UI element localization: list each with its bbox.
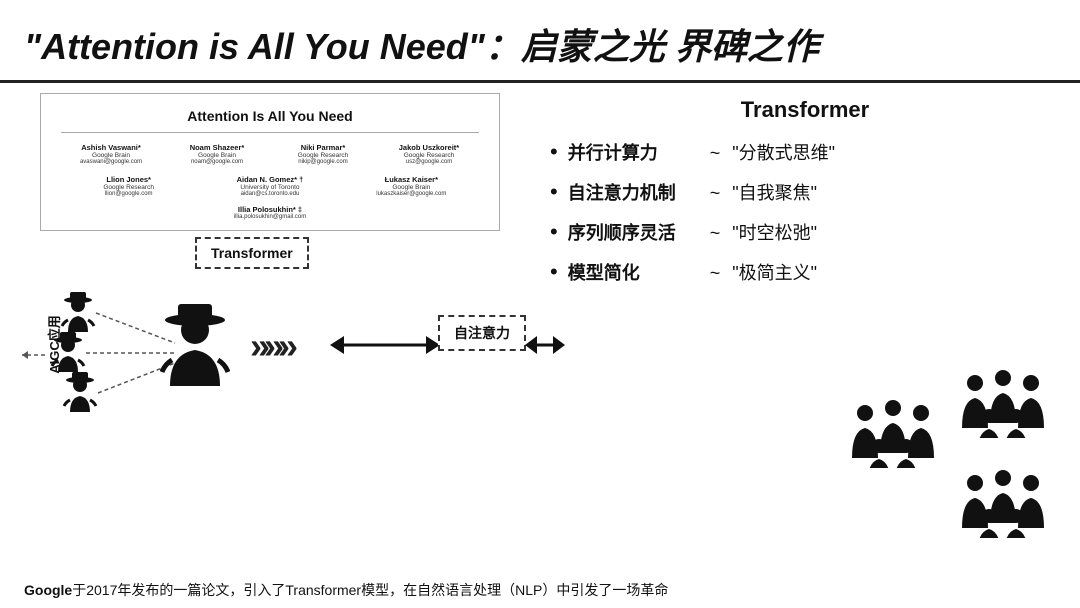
main-content: Attention Is All You Need Ashish Vaswani… — [0, 83, 1080, 579]
author-uszkoreit: Jakob Uszkoreit* Google Research usz@goo… — [379, 143, 479, 165]
author-jones: Llion Jones* Google Research llion@googl… — [61, 175, 196, 197]
group-people-area — [780, 368, 1080, 548]
person-bottom-left — [62, 370, 98, 414]
bullet-item-0: • 并行计算力 ~ "分散式思维" — [550, 139, 1060, 165]
bullet-desc-3: "极简主义" — [732, 259, 817, 285]
footer: Google于2017年发布的一篇论文，引入了Transformer模型，在自然… — [0, 572, 1080, 608]
paper-card: Attention Is All You Need Ashish Vaswani… — [40, 93, 500, 231]
author-kaiser: Łukasz Kaiser* Google Brain lukaszkaiser… — [344, 175, 479, 197]
authors-row2: Llion Jones* Google Research llion@googl… — [61, 175, 479, 197]
bullet-dot-1: • — [550, 181, 558, 203]
author-polosukhin: Illia Polosukhin* ‡ illia.polosukhin@gma… — [234, 205, 306, 220]
bullet-tilde-1: ~ — [710, 183, 721, 204]
bullet-list: • 并行计算力 ~ "分散式思维" • 自注意力机制 ~ "自我聚焦" • 序列… — [550, 139, 1060, 285]
left-panel: Attention Is All You Need Ashish Vaswani… — [0, 83, 540, 579]
bullet-tilde-3: ~ — [710, 263, 721, 284]
bullet-item-3: • 模型简化 ~ "极简主义" — [550, 259, 1060, 285]
self-attention-box: 自注意力 — [438, 315, 526, 351]
bullet-item-1: • 自注意力机制 ~ "自我聚焦" — [550, 179, 1060, 205]
bullet-desc-1: "自我聚焦" — [732, 179, 817, 205]
group-top-right — [960, 368, 1050, 443]
right-double-arrow-svg — [525, 330, 565, 360]
bullet-tilde-0: ~ — [710, 143, 721, 164]
footer-text: 于2017年发布的一篇论文，引入了Transformer模型，在自然语言处理（N… — [72, 582, 668, 598]
group-middle-right — [850, 398, 940, 473]
author-shazeer: Noam Shazeer* Google Brain noam@google.c… — [167, 143, 267, 165]
bullet-tilde-2: ~ — [710, 223, 721, 244]
bullet-desc-0: "分散式思维" — [732, 139, 835, 165]
authors-row3: Illia Polosukhin* ‡ illia.polosukhin@gma… — [61, 205, 479, 220]
authors-row1: Ashish Vaswani* Google Brain avaswani@go… — [61, 143, 479, 165]
bottom-diagram: AIGC应用 Transformer — [20, 235, 560, 435]
author-parmar: Niki Parmar* Google Research nikip@googl… — [273, 143, 373, 165]
person-top-left — [60, 290, 96, 334]
bullet-dot-0: • — [550, 141, 558, 163]
double-arrow-svg — [330, 330, 440, 360]
center-big-person — [160, 300, 230, 386]
right-panel: Transformer • 并行计算力 ~ "分散式思维" • 自注意力机制 ~… — [540, 83, 1080, 579]
bullet-term-3: 模型简化 — [568, 259, 698, 285]
author-gomez: Aidan N. Gomez* † University of Toronto … — [202, 175, 337, 197]
header: "Attention is All You Need"：启蒙之光 界碑之作 — [0, 0, 1080, 83]
group-bottom-right — [960, 468, 1050, 543]
right-title: Transformer — [550, 97, 1060, 123]
transformer-box-diagram: Transformer — [195, 237, 309, 269]
bullet-desc-2: "时空松弛" — [732, 219, 817, 245]
person-middle-left — [50, 330, 86, 374]
triple-chevron: »»» — [250, 325, 292, 367]
bullet-term-0: 并行计算力 — [568, 139, 698, 165]
author-vaswani: Ashish Vaswani* Google Brain avaswani@go… — [61, 143, 161, 165]
bullet-term-2: 序列顺序灵活 — [568, 219, 698, 245]
footer-bold: Google — [24, 582, 72, 598]
paper-title: Attention Is All You Need — [61, 108, 479, 133]
bullet-term-1: 自注意力机制 — [568, 179, 698, 205]
page-title: "Attention is All You Need"：启蒙之光 界碑之作 — [24, 18, 1056, 70]
bullet-item-2: • 序列顺序灵活 ~ "时空松弛" — [550, 219, 1060, 245]
